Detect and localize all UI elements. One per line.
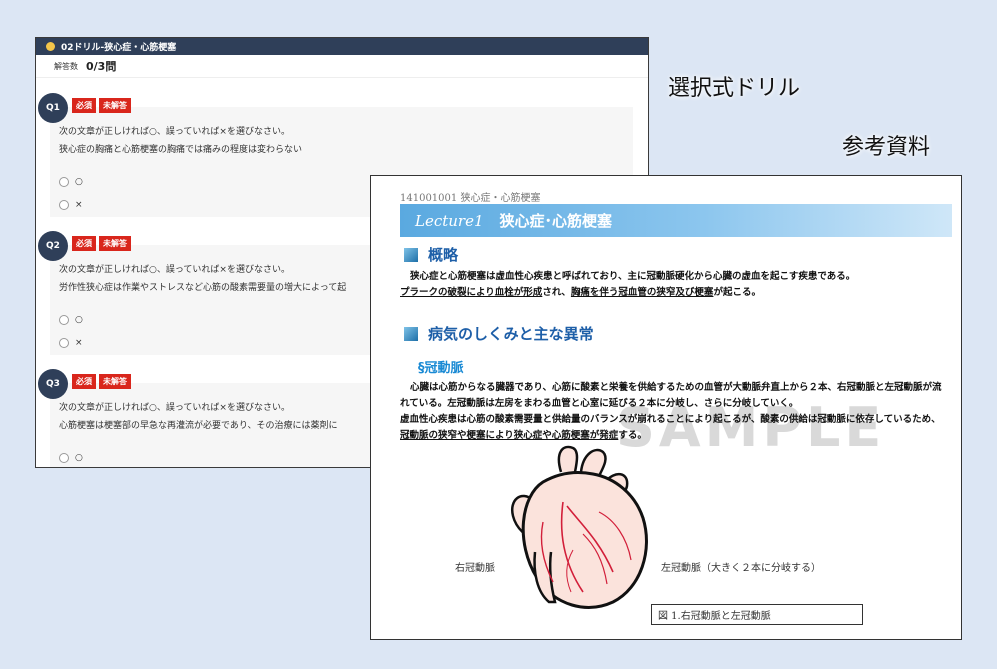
option-true[interactable]: ○ xyxy=(59,177,83,187)
radio-button[interactable] xyxy=(59,338,69,348)
left-coronary-label: 左冠動脈（大きく２本に分岐する） xyxy=(661,563,821,574)
option-false[interactable]: × xyxy=(59,338,83,348)
radio-button[interactable] xyxy=(59,200,69,210)
section-title: 病気のしくみと主な異常 xyxy=(428,325,594,343)
underlined-text: 冠動脈の狭窄や梗塞により狭心症や心筋梗塞が発症 xyxy=(400,430,619,441)
section-title: 概略 xyxy=(428,246,459,264)
drill-status-icon xyxy=(46,42,55,51)
option-label: ○ xyxy=(75,453,83,463)
drill-header: 02ドリル-狭心症・心筋梗塞 xyxy=(36,38,648,55)
plain-text: する。 xyxy=(618,430,647,441)
option-true[interactable]: ○ xyxy=(59,315,83,325)
question-number: Q1 xyxy=(38,93,68,123)
document-code: 141001001 狭心症・心筋梗塞 xyxy=(400,193,541,204)
unanswered-badge: 未解答 xyxy=(99,98,131,113)
progress-row: 解答数 0/3問 xyxy=(36,55,648,78)
answered-label: 解答数 xyxy=(54,61,78,71)
radio-button[interactable] xyxy=(59,315,69,325)
subsection-coronary: §冠動脈 xyxy=(418,361,464,376)
overview-line1: 狭心症と心筋梗塞は虚血性心疾患と呼ばれており、主に冠動脈硬化から心臓の虚血を起こ… xyxy=(410,271,856,282)
radio-button[interactable] xyxy=(59,453,69,463)
required-badge: 必須 xyxy=(72,236,96,251)
body-line1: 心臓は心筋からなる臓器であり、心筋に酸素と栄養を供給するための血管が大動脈弁直上… xyxy=(400,382,942,409)
section-mechanism: 病気のしくみと主な異常 xyxy=(404,323,594,344)
required-badge: 必須 xyxy=(72,98,96,113)
question-instruction: 次の文章が正しければ○、誤っていれば×を選びなさい。 xyxy=(59,403,290,413)
question-instruction: 次の文章が正しければ○、誤っていれば×を選びなさい。 xyxy=(59,265,290,275)
section-square-icon xyxy=(404,326,418,341)
body-line2: 虚血性心疾患は心筋の酸素需要量と供給量のバランスが崩れることにより起こるが、酸素… xyxy=(400,412,948,444)
question-statement: 労作性狭心症は作業やストレスなど心筋の酸素需要量の増大によって起 xyxy=(59,283,347,293)
overview-paragraph: 狭心症と心筋梗塞は虚血性心疾患と呼ばれており、主に冠動脈硬化から心臓の虚血を起こ… xyxy=(400,269,948,301)
drill-title: 02ドリル-狭心症・心筋梗塞 xyxy=(61,43,177,53)
lecture-title: 狭心症･心筋梗塞 xyxy=(499,212,613,230)
heart-illustration xyxy=(510,445,648,609)
option-true[interactable]: ○ xyxy=(59,453,83,463)
answered-value: 0/3問 xyxy=(86,60,117,73)
figure-caption: 図 1.右冠動脈と左冠動脈 xyxy=(651,604,863,625)
reference-document: 141001001 狭心症・心筋梗塞 Lecture1 狭心症･心筋梗塞 概略 … xyxy=(370,175,962,640)
option-label: × xyxy=(75,200,83,210)
option-label: ○ xyxy=(75,315,83,325)
question-number: Q3 xyxy=(38,369,68,399)
right-coronary-label: 右冠動脈 xyxy=(455,563,495,574)
question-instruction: 次の文章が正しければ○、誤っていれば×を選びなさい。 xyxy=(59,127,290,137)
underlined-text: 胸痛を伴う冠血管の狭窄及び梗塞 xyxy=(570,287,714,298)
required-badge: 必須 xyxy=(72,374,96,389)
unanswered-badge: 未解答 xyxy=(99,236,131,251)
plain-text: が起こる。 xyxy=(713,287,761,298)
reference-caption: 参考資料 xyxy=(842,135,931,160)
radio-button[interactable] xyxy=(59,177,69,187)
drill-caption: 選択式ドリル xyxy=(668,76,801,101)
option-label: ○ xyxy=(75,177,83,187)
underlined-text: プラークの破裂により血栓が形成 xyxy=(400,287,543,298)
overview-line2: プラークの破裂により血栓が形成され、胸痛を伴う冠血管の狭窄及び梗塞が起こる。 xyxy=(400,285,948,301)
section-overview: 概略 xyxy=(404,244,458,265)
option-label: × xyxy=(75,338,83,348)
option-false[interactable]: × xyxy=(59,200,83,210)
question-number: Q2 xyxy=(38,231,68,261)
unanswered-badge: 未解答 xyxy=(99,374,131,389)
plain-text: され、 xyxy=(542,287,571,298)
lecture-banner: Lecture1 狭心症･心筋梗塞 xyxy=(400,204,952,237)
body-paragraph: 心臓は心筋からなる臓器であり、心筋に酸素と栄養を供給するための血管が大動脈弁直上… xyxy=(400,380,948,444)
section-square-icon xyxy=(404,247,418,262)
lecture-label: Lecture1 xyxy=(415,211,484,230)
question-statement: 心筋梗塞は梗塞部の早急な再灌流が必要であり、その治療には薬剤に xyxy=(59,421,338,431)
question-statement: 狭心症の胸痛と心筋梗塞の胸痛では痛みの程度は変わらない xyxy=(59,145,303,155)
plain-text: 虚血性心疾患は心筋の酸素需要量と供給量のバランスが崩れることにより起こるが、酸素… xyxy=(400,414,941,425)
